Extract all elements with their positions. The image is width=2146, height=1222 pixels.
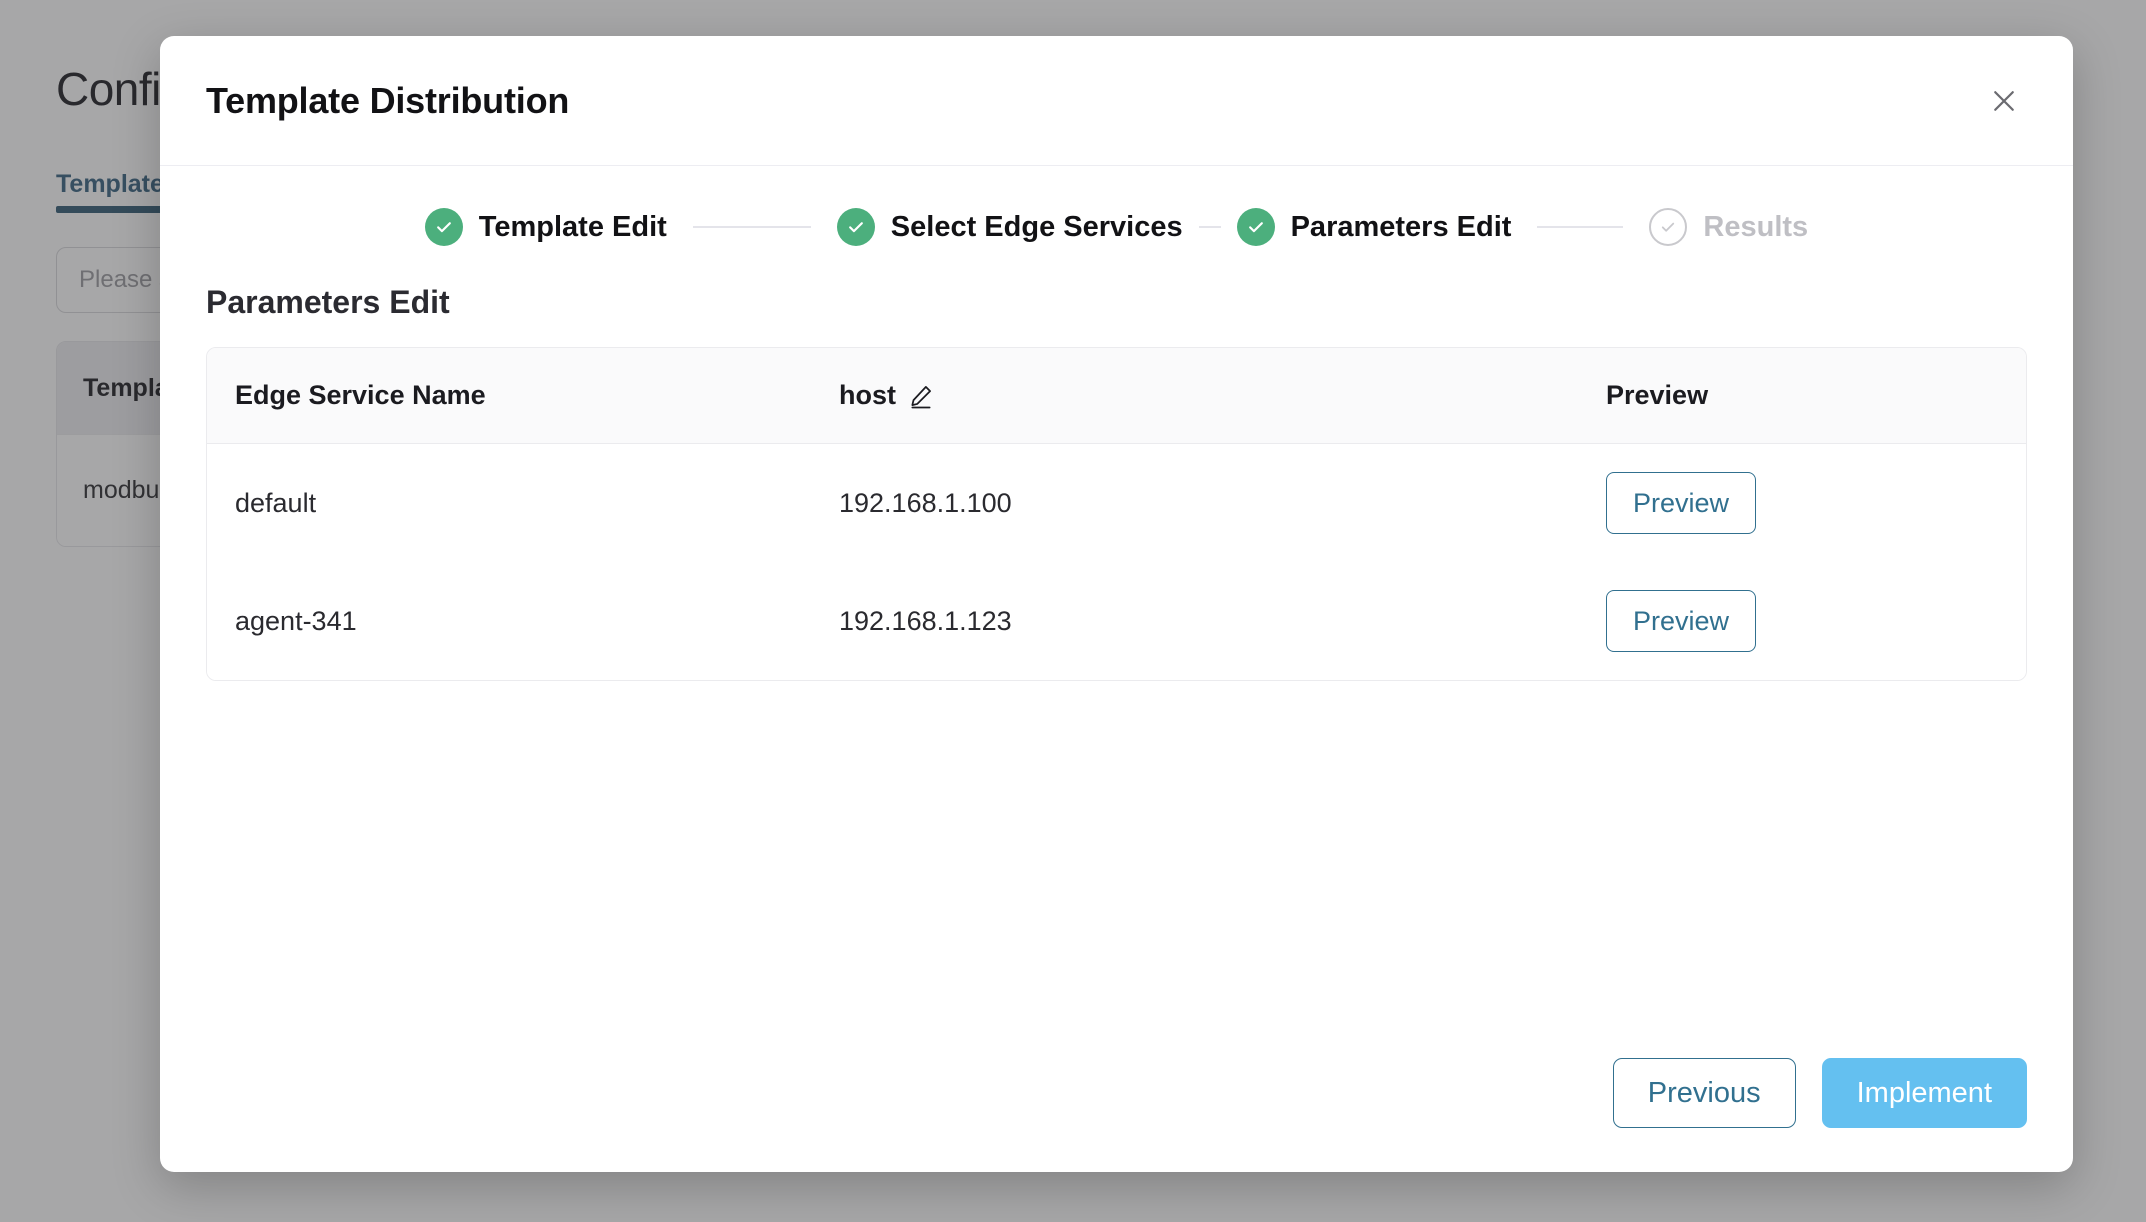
step-template-edit[interactable]: Template Edit [424,208,667,246]
step-label-parameters-edit: Parameters Edit [1290,210,1512,243]
table-row: agent-341 192.168.1.123 Preview [207,562,2026,680]
cell-preview: Preview [1606,590,2026,652]
step-connector-3 [1537,226,1624,228]
column-header-host: host [839,380,1606,411]
modal-body: Template Edit Select Edge Services Param… [160,166,2073,1058]
step-parameters-edit[interactable]: Parameters Edit [1236,208,1512,246]
template-distribution-modal: Template Distribution Template Edit Sele… [160,36,2073,1172]
step-label-results: Results [1703,210,1809,243]
cell-preview: Preview [1606,472,2026,534]
step-results[interactable]: Results [1649,208,1808,246]
check-circle-outline-icon [1649,208,1688,246]
step-connector-2 [1198,226,1221,228]
table-row: default 192.168.1.100 Preview [207,444,2026,562]
preview-button[interactable]: Preview [1606,590,1757,652]
preview-button[interactable]: Preview [1606,472,1757,534]
check-circle-icon [1236,208,1275,246]
cell-edge-service-name: agent-341 [235,605,357,636]
cell-host: 192.168.1.123 [839,605,1012,636]
cell-edge-service-name: default [235,487,317,518]
column-header-host-label: host [839,380,896,410]
step-connector-1 [692,226,811,228]
close-icon[interactable] [1979,76,2029,126]
step-label-select-edge-services: Select Edge Services [890,210,1183,243]
previous-button[interactable]: Previous [1612,1058,1796,1128]
cell-host: 192.168.1.100 [839,487,1012,518]
step-label-template-edit: Template Edit [478,210,667,243]
column-header-preview: Preview [1606,380,1709,410]
modal-header: Template Distribution [160,36,2073,166]
step-select-edge-services[interactable]: Select Edge Services [836,208,1183,246]
parameters-table-header: Edge Service Name host Preview [207,348,2026,444]
parameters-table: Edge Service Name host Preview default 1… [206,347,2027,681]
column-header-edge-service-name: Edge Service Name [235,380,486,410]
pencil-icon[interactable] [908,383,934,409]
check-circle-icon [424,208,463,246]
section-title: Parameters Edit [206,284,450,320]
implement-button[interactable]: Implement [1821,1058,2027,1128]
modal-title: Template Distribution [206,79,570,121]
check-circle-icon [836,208,875,246]
stepper: Template Edit Select Edge Services Param… [206,208,2027,246]
modal-footer: Previous Implement [160,1058,2073,1172]
